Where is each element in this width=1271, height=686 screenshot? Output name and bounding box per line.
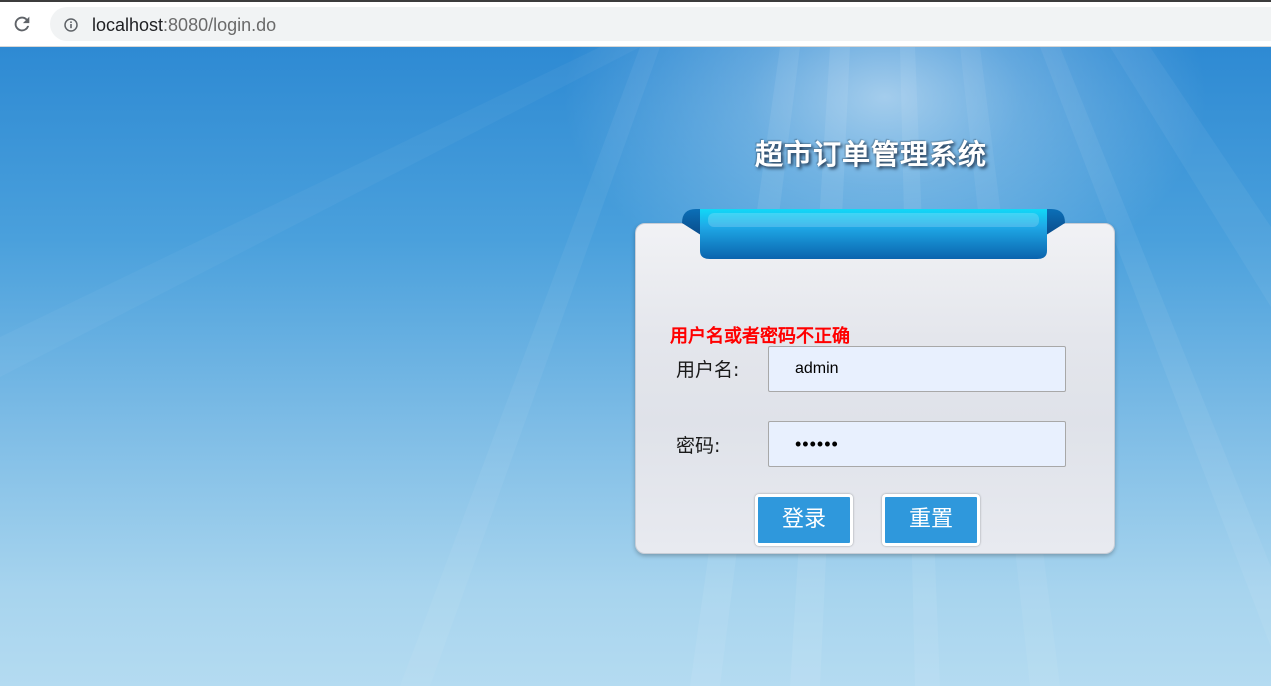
reload-icon[interactable] — [9, 11, 35, 37]
password-label: 密码: — [676, 435, 721, 457]
browser-toolbar: localhost:8080/login.do — [0, 0, 1271, 47]
info-icon[interactable] — [64, 17, 78, 32]
url-text[interactable]: localhost:8080/login.do — [92, 14, 276, 36]
password-input[interactable]: •••••• — [768, 421, 1066, 467]
url-path: :8080/login.do — [163, 15, 277, 35]
panel-ribbon — [682, 209, 1065, 259]
login-button[interactable]: 登录 — [755, 494, 853, 546]
username-input[interactable]: admin — [768, 346, 1066, 392]
page-title: 超市订单管理系统 — [755, 138, 988, 171]
reset-button[interactable]: 重置 — [882, 494, 980, 546]
page: localhost:8080/login.do 超市订单管理系统 用户名或者密码… — [0, 0, 1271, 686]
address-bar[interactable]: localhost:8080/login.do — [50, 7, 1271, 41]
url-host: localhost — [92, 15, 164, 35]
username-label: 用户名: — [676, 359, 740, 381]
error-message: 用户名或者密码不正确 — [670, 326, 850, 347]
